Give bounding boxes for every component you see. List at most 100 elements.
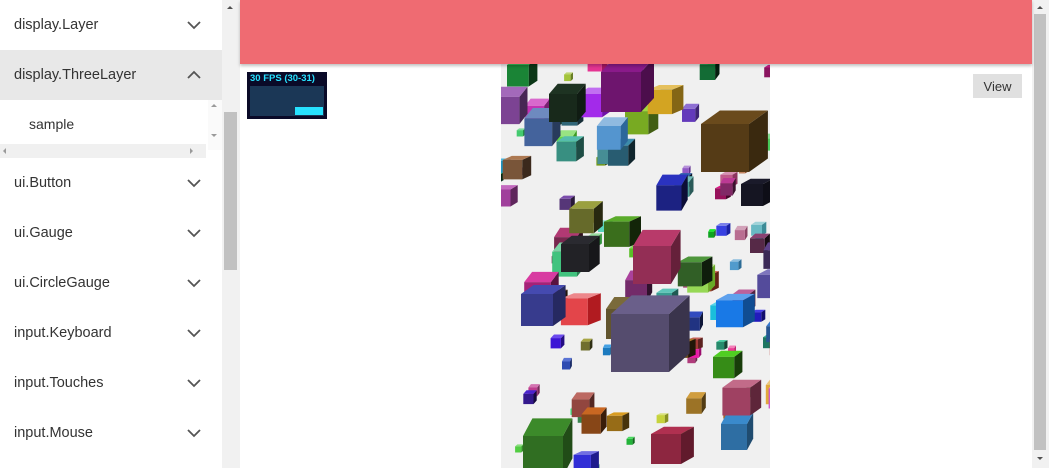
cubes-scene — [501, 64, 770, 468]
accordion-label: ui.CircleGauge — [14, 275, 110, 291]
sidebar-scrollbar[interactable] — [222, 0, 240, 468]
accordion-label: display.ThreeLayer — [14, 67, 137, 83]
cube-shape — [523, 418, 573, 468]
cube-face — [721, 424, 747, 450]
cube-shape — [656, 413, 669, 424]
scroll-down-arrow-icon[interactable] — [1036, 457, 1043, 463]
chevron-down-icon — [187, 229, 201, 238]
cube-face — [501, 189, 511, 207]
cube-face — [569, 208, 594, 234]
cube-shape — [564, 72, 573, 82]
cube-face — [606, 415, 623, 432]
fps-graph — [250, 86, 324, 116]
scroll-up-arrow-icon[interactable] — [227, 3, 233, 9]
cube-shape — [764, 64, 770, 78]
scroll-right-arrow-icon[interactable] — [190, 147, 196, 154]
cube-face — [562, 361, 570, 370]
cube-face — [587, 293, 601, 326]
cube-shape — [708, 229, 716, 238]
cube-shape — [729, 259, 742, 271]
cube-face — [766, 321, 770, 327]
cube-shape — [716, 223, 731, 236]
cube-shape — [734, 225, 748, 241]
cube-shape — [720, 178, 736, 196]
cube-face — [768, 388, 770, 409]
sub-vertical-scrollbar[interactable] — [208, 100, 222, 150]
accordion-display-layer[interactable]: display.Layer — [0, 0, 222, 50]
page-scrollbar[interactable] — [1032, 0, 1049, 468]
cube-face — [564, 74, 571, 82]
chevron-down-icon — [187, 329, 201, 338]
scroll-down-arrow-icon[interactable] — [211, 134, 217, 140]
cube-face — [763, 250, 770, 269]
cube-shape — [549, 83, 586, 122]
cube-face — [722, 387, 751, 416]
accordion-display-threelayer[interactable]: display.ThreeLayer — [0, 50, 222, 100]
cube-face — [549, 94, 577, 122]
cube-face — [521, 294, 553, 326]
accordion-label: input.Keyboard — [14, 325, 112, 341]
accordion-ui-circlegauge[interactable]: ui.CircleGauge — [0, 258, 222, 308]
cube-face — [651, 434, 681, 464]
cube-shape — [716, 340, 728, 350]
cube-shape — [521, 285, 566, 326]
cube-face — [677, 262, 702, 287]
cube-face — [656, 185, 682, 211]
view-button[interactable]: View — [973, 74, 1022, 98]
cube-face — [556, 141, 577, 162]
scroll-up-arrow-icon[interactable] — [1036, 3, 1043, 9]
cube-face — [561, 244, 589, 272]
cube-shape — [757, 269, 770, 299]
cube-shape — [573, 451, 599, 468]
cube-face — [729, 261, 739, 271]
accordion-input-touches[interactable]: input.Touches — [0, 358, 222, 408]
page-scrollbar-thumb[interactable] — [1034, 14, 1046, 450]
three-canvas[interactable] — [501, 64, 770, 468]
cube-face — [699, 64, 716, 80]
cube-shape — [523, 390, 537, 405]
cube-face — [580, 341, 590, 351]
accordion-input-mouse[interactable]: input.Mouse — [0, 408, 222, 458]
cube-shape — [580, 338, 593, 351]
cube-shape — [602, 344, 612, 356]
cube-shape — [713, 350, 743, 379]
cube-face — [698, 337, 703, 349]
accordion-label: ui.Button — [14, 175, 72, 191]
accordion-ui-button[interactable]: ui.Button — [0, 158, 222, 208]
cube-shape — [581, 407, 607, 434]
app-header — [240, 0, 1032, 64]
cube-face — [522, 155, 532, 180]
cube-shape — [611, 295, 690, 372]
sidebar: display.Layer display.ThreeLayer sample … — [0, 0, 222, 468]
chevron-down-icon — [187, 21, 201, 30]
cube-face — [716, 341, 725, 350]
cube-face — [507, 64, 529, 87]
cube-face — [720, 183, 733, 196]
sub-item-sample[interactable]: sample — [29, 116, 74, 132]
cube-shape — [507, 64, 538, 87]
cube-shape — [766, 321, 770, 343]
cube-shape — [596, 117, 628, 150]
cube-face — [656, 415, 665, 424]
sub-horizontal-scrollbar[interactable] — [0, 144, 206, 158]
cube-shape — [656, 174, 688, 211]
sidebar-scrollbar-thumb[interactable] — [224, 112, 237, 270]
cube-face — [734, 230, 745, 241]
cube-face — [686, 398, 702, 414]
cube-face — [716, 225, 727, 236]
cube-shape — [556, 136, 584, 162]
accordion-ui-gauge[interactable]: ui.Gauge — [0, 208, 222, 258]
cube-face — [573, 454, 591, 468]
cube-shape — [601, 64, 654, 112]
accordion-label: ui.Gauge — [14, 225, 73, 241]
chevron-down-icon — [187, 179, 201, 188]
scroll-left-arrow-icon[interactable] — [0, 147, 6, 154]
chevron-down-icon — [187, 429, 201, 438]
cube-shape — [716, 293, 755, 328]
cube-face — [708, 231, 715, 238]
scroll-up-arrow-icon[interactable] — [211, 101, 217, 107]
cube-face — [750, 238, 765, 253]
accordion-input-keyboard[interactable]: input.Keyboard — [0, 308, 222, 358]
cube-face — [587, 64, 602, 72]
cube-face — [502, 159, 523, 180]
